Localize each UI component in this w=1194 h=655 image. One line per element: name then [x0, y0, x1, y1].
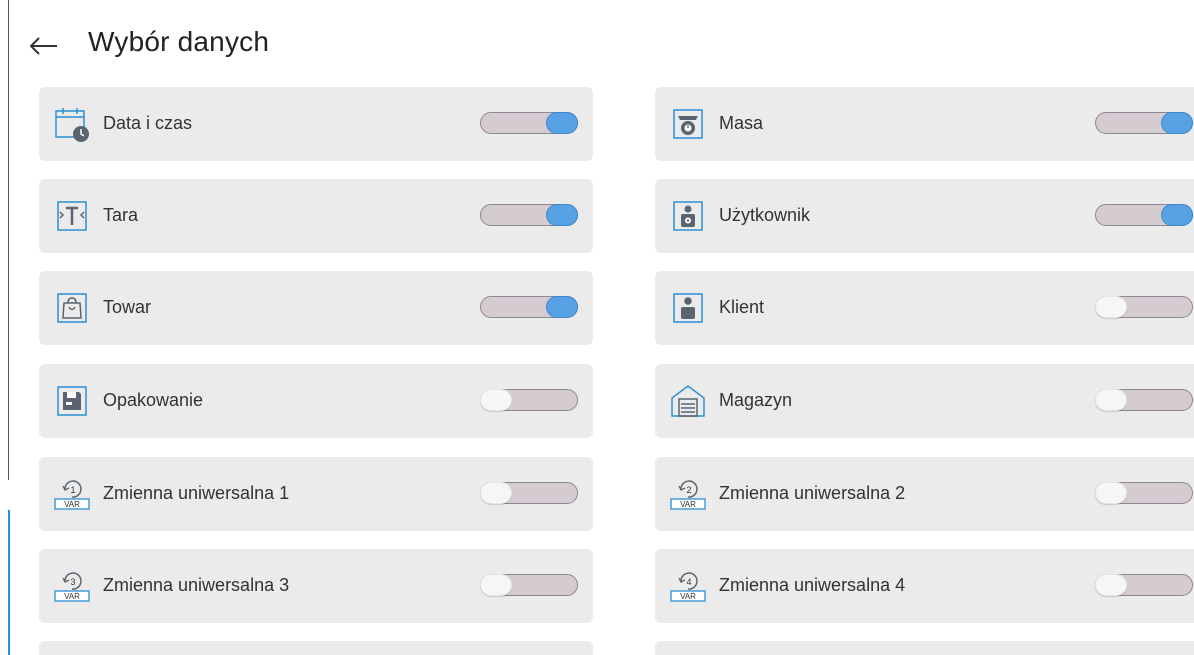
toggle-packaging[interactable] — [480, 389, 578, 411]
item-label: Masa — [719, 113, 764, 133]
item-label: Zmienna uniwersalna 4 — [719, 575, 906, 595]
toggle-knob — [480, 482, 512, 504]
item-label: Zmienna uniwersalna 2 — [719, 483, 906, 503]
data-item-var-1[interactable]: 1 VAR Zmienna uniwersalna 1 — [39, 457, 593, 531]
toggle-tare[interactable] — [480, 204, 578, 226]
toggle-client[interactable] — [1095, 296, 1193, 318]
data-item-tare[interactable]: Tara — [39, 179, 593, 253]
tare-icon — [53, 197, 91, 235]
user-gear-icon — [669, 197, 707, 235]
data-item-var-3[interactable]: 3 VAR Zmienna uniwersalna 3 — [39, 549, 593, 623]
data-item-warehouse[interactable]: Magazyn — [655, 364, 1194, 438]
var-2-icon: 2 VAR — [669, 475, 707, 513]
item-label: Towar — [103, 297, 152, 317]
warehouse-icon — [669, 382, 707, 420]
toggle-var-2[interactable] — [1095, 482, 1193, 504]
toggle-product[interactable] — [480, 296, 578, 318]
item-label: Zmienna uniwersalna 3 — [103, 575, 290, 595]
packaging-icon — [53, 382, 91, 420]
toggle-knob — [546, 112, 578, 134]
scale-icon — [669, 105, 707, 143]
back-button[interactable] — [24, 28, 64, 64]
var-4-icon: 4 VAR — [669, 567, 707, 605]
data-item-date-time[interactable]: Data i czas — [39, 87, 593, 161]
toggle-warehouse[interactable] — [1095, 389, 1193, 411]
data-item-var-4[interactable]: 4 VAR Zmienna uniwersalna 4 — [655, 549, 1194, 623]
var-tag: VAR — [680, 592, 696, 601]
data-item-partial[interactable] — [39, 641, 593, 655]
toggle-knob — [546, 296, 578, 318]
item-label: Zmienna uniwersalna 1 — [103, 483, 290, 503]
var-tag: VAR — [64, 500, 80, 509]
var-1-icon: 1 VAR — [53, 475, 91, 513]
data-item-user[interactable]: Użytkownik — [655, 179, 1194, 253]
toggle-knob — [1161, 204, 1193, 226]
toggle-knob — [1095, 574, 1127, 596]
toggle-var-3[interactable] — [480, 574, 578, 596]
left-accent-bar — [8, 510, 10, 655]
toggle-knob — [546, 204, 578, 226]
toggle-knob — [1095, 389, 1127, 411]
data-item-partial[interactable] — [655, 641, 1194, 655]
item-label: Opakowanie — [103, 390, 204, 410]
toggle-var-4[interactable] — [1095, 574, 1193, 596]
toggle-var-1[interactable] — [480, 482, 578, 504]
client-icon — [669, 289, 707, 327]
product-bag-icon — [53, 289, 91, 327]
arrow-left-icon — [29, 37, 57, 55]
var-number: 1 — [70, 485, 75, 495]
data-item-var-2[interactable]: 2 VAR Zmienna uniwersalna 2 — [655, 457, 1194, 531]
data-item-mass[interactable]: Masa — [655, 87, 1194, 161]
item-label: Data i czas — [103, 113, 193, 133]
toggle-mass[interactable] — [1095, 112, 1193, 134]
data-item-client[interactable]: Klient — [655, 271, 1194, 345]
toggle-knob — [480, 574, 512, 596]
calendar-clock-icon — [53, 105, 91, 143]
item-label: Klient — [719, 297, 765, 317]
data-item-product[interactable]: Towar — [39, 271, 593, 345]
toggle-date-time[interactable] — [480, 112, 578, 134]
toggle-knob — [1095, 482, 1127, 504]
item-label: Użytkownik — [719, 205, 811, 225]
var-tag: VAR — [64, 592, 80, 601]
toggle-knob — [1095, 296, 1127, 318]
toggle-knob — [1161, 112, 1193, 134]
item-label: Magazyn — [719, 390, 793, 410]
toggle-user[interactable] — [1095, 204, 1193, 226]
var-number: 4 — [686, 577, 691, 587]
item-label: Tara — [103, 205, 139, 225]
var-number: 2 — [686, 485, 691, 495]
var-number: 3 — [70, 577, 75, 587]
data-item-packaging[interactable]: Opakowanie — [39, 364, 593, 438]
toggle-knob — [480, 389, 512, 411]
var-3-icon: 3 VAR — [53, 567, 91, 605]
header: Wybór danych — [0, 0, 1194, 88]
var-tag: VAR — [680, 500, 696, 509]
page-title: Wybór danych — [88, 26, 270, 57]
